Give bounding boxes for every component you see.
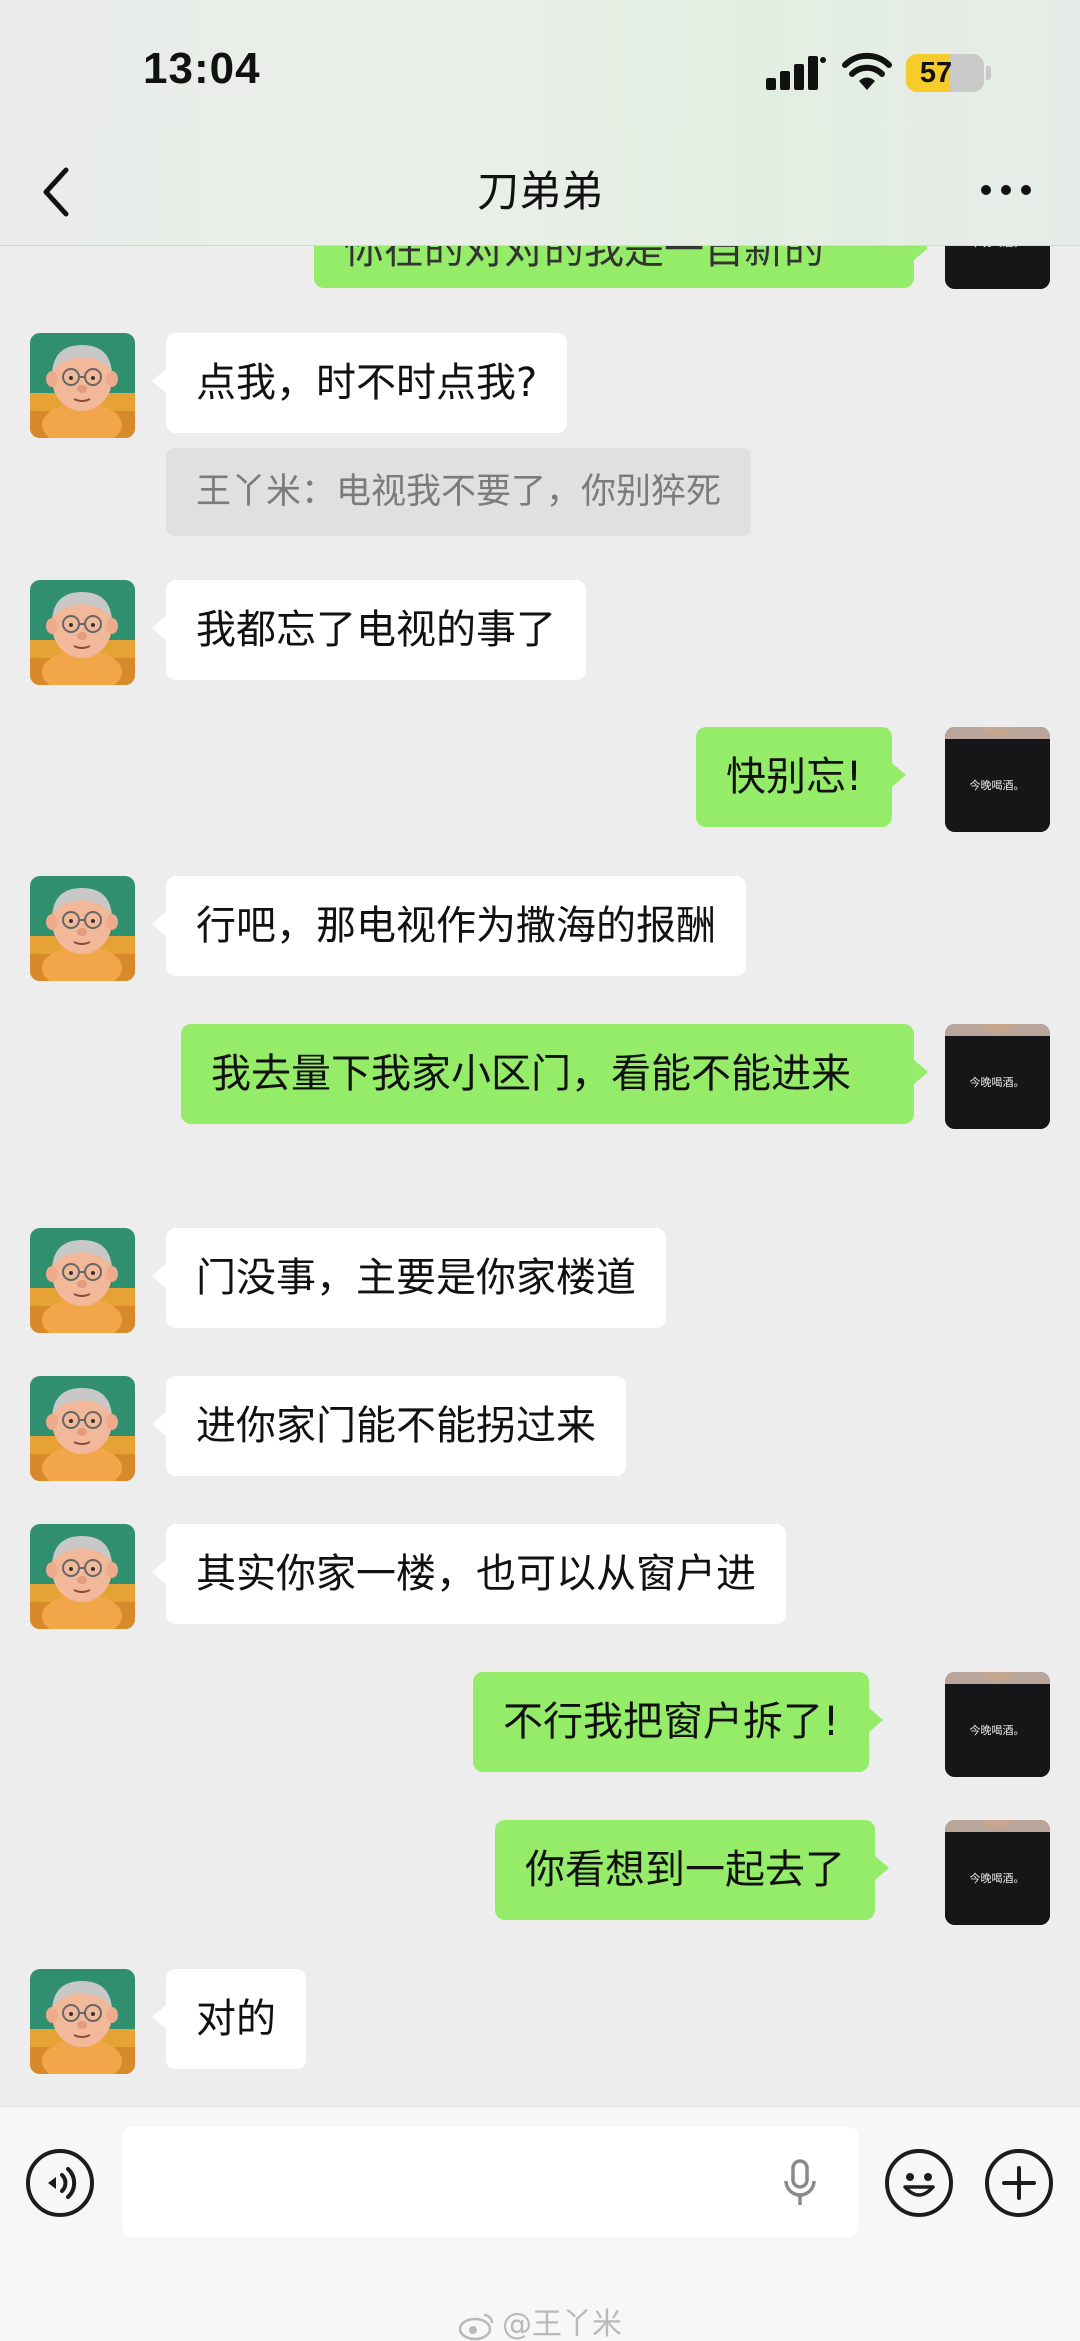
emoji-button[interactable]	[885, 2149, 953, 2217]
message-text: 我去量下我家小区门，看能不能进来	[211, 1051, 851, 1097]
voice-icon	[48, 2167, 77, 2199]
wifi-icon	[842, 52, 892, 90]
battery-cap	[986, 66, 991, 80]
voice-toggle-button[interactable]	[26, 2149, 94, 2217]
more-options-button[interactable]	[976, 168, 1036, 212]
contact-avatar[interactable]	[30, 1524, 135, 1629]
watermark-text: @王丫米	[502, 2307, 622, 2341]
input-bar: @王丫米	[0, 2106, 1080, 2341]
emoji-icon	[903, 2173, 935, 2197]
message-text: 门没事，主要是你家楼道	[196, 1255, 636, 1301]
self-avatar[interactable]	[945, 727, 1050, 832]
message-text: 点我，时不时点我?	[196, 360, 538, 406]
message-text: 我都忘了电视的事了	[196, 607, 556, 653]
message-bubble-in[interactable]: 其实你家一楼，也可以从窗户进	[152, 1524, 786, 1624]
message-bubble-in[interactable]: 我都忘了电视的事了	[152, 580, 586, 680]
add-icon	[1002, 2166, 1036, 2200]
mic-icon[interactable]	[782, 2159, 818, 2207]
message-bubble-in[interactable]: 进你家门能不能拐过来	[152, 1376, 626, 1476]
contact-avatar[interactable]	[30, 333, 135, 438]
self-avatar[interactable]	[945, 1024, 1050, 1129]
message-bubble-in[interactable]: 对的	[152, 1969, 306, 2069]
contact-avatar[interactable]	[30, 1228, 135, 1333]
message-bubble-in[interactable]: 行吧，那电视作为撒海的报酬	[152, 876, 746, 976]
message-text: 你看想到一起去了	[525, 1847, 845, 1893]
message-bubble-out[interactable]: 快别忘!	[696, 727, 907, 827]
contact-avatar[interactable]	[30, 1969, 135, 2074]
message-text: 对的	[196, 1996, 276, 2042]
quote-text: 王丫米：电视我不要了，你别猝死	[196, 472, 722, 512]
quoted-message[interactable]: 王丫米：电视我不要了，你别猝死	[166, 448, 752, 536]
message-bubble-out[interactable]: 你看想到一起去了	[495, 1820, 889, 1920]
message-text: 不行我把窗户拆了!	[503, 1699, 840, 1745]
message-bubble-out[interactable]: 我去量下我家小区门，看能不能进来	[181, 1024, 928, 1124]
message-bubble-in[interactable]: 点我，时不时点我?	[151, 333, 568, 433]
contact-avatar[interactable]	[30, 1376, 135, 1481]
cellular-signal-icon	[766, 56, 826, 90]
message-text: 行吧，那电视作为撒海的报酬	[196, 903, 716, 949]
contact-avatar[interactable]	[30, 580, 135, 685]
self-avatar[interactable]	[945, 1672, 1050, 1777]
message-bubble-in[interactable]: 门没事，主要是你家楼道	[152, 1228, 666, 1328]
message-bubble-out[interactable]: 不行我把窗户拆了!	[473, 1672, 884, 1772]
chat-header: 13:04 57 刀弟弟	[0, 0, 1080, 246]
message-input[interactable]	[122, 2127, 858, 2237]
contact-avatar[interactable]	[30, 876, 135, 981]
self-avatar[interactable]	[945, 1820, 1050, 1925]
battery-percent: 57	[919, 57, 953, 89]
battery-icon: 57	[906, 54, 984, 92]
status-time: 13:04	[143, 44, 261, 93]
chat-title: 刀弟弟	[476, 167, 603, 216]
message-text: 其实你家一楼，也可以从窗户进	[196, 1551, 756, 1597]
message-text: 快别忘!	[726, 754, 863, 800]
watermark: @王丫米	[0, 2299, 1080, 2341]
add-button[interactable]	[985, 2149, 1053, 2217]
message-text: 进你家门能不能拐过来	[196, 1403, 596, 1449]
weibo-logo-icon	[458, 2313, 494, 2340]
